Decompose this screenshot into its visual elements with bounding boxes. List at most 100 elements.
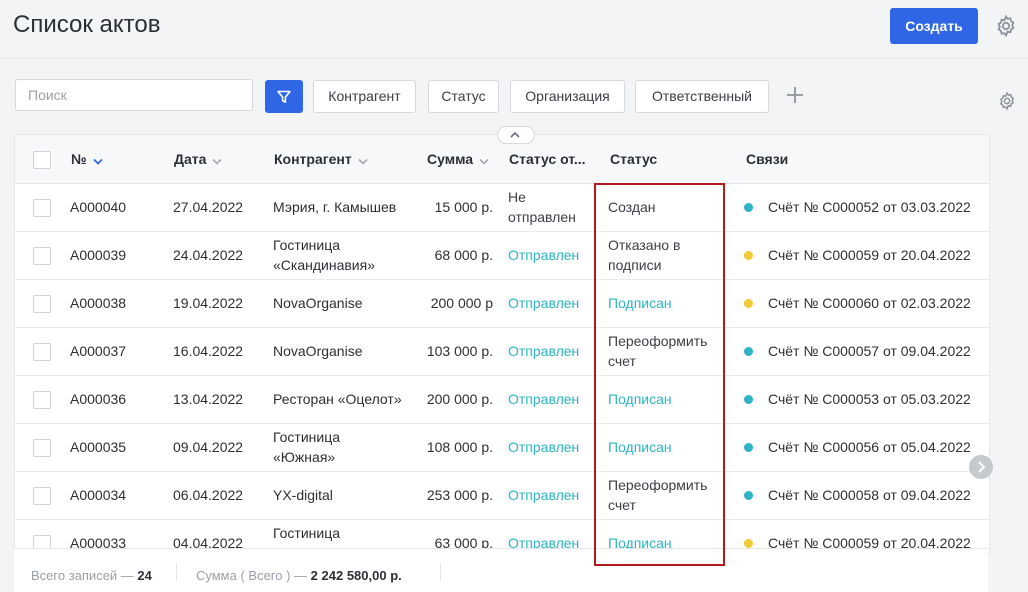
cell-number: A000035: [70, 439, 127, 455]
cell-counterparty-line: Гостиница: [273, 525, 341, 541]
cell-counterparty-line: YX-digital: [273, 487, 333, 503]
table-row[interactable]: A000037 16.04.2022 NovaOrganise 103 000 р. О…: [15, 327, 989, 376]
table-row[interactable]: A000035 09.04.2022 Гостиница «Южная» 108 000…: [15, 423, 989, 472]
scroll-right-button[interactable]: [969, 455, 993, 479]
cell-counterparty: Гостиница «Южная»: [273, 427, 340, 467]
link-status-dot: [744, 203, 753, 212]
cell-date: 27.04.2022: [173, 199, 244, 215]
row-checkbox[interactable]: [33, 391, 51, 409]
cell-number: A000039: [70, 247, 127, 263]
link-status-dot: [744, 347, 753, 356]
col-links[interactable]: Связи: [746, 151, 788, 167]
cell-counterparty: Гостиница «Скандинавия»: [273, 235, 375, 275]
chip-responsible[interactable]: Ответственный: [635, 80, 769, 113]
cell-link[interactable]: Счёт № C000057 от 09.04.2022: [768, 341, 971, 361]
filter-button[interactable]: [265, 80, 303, 113]
cell-number: A000034: [70, 487, 127, 503]
link-status-dot: [744, 491, 753, 500]
cell-counterparty-line: NovaOrganise: [273, 295, 363, 311]
cell-amount: 253 000 р.: [426, 487, 493, 503]
total-sum-label: Сумма ( Всего ) —: [196, 568, 308, 583]
table-row[interactable]: A000038 19.04.2022 NovaOrganise 200 000 р От…: [15, 279, 989, 328]
chip-counterparty[interactable]: Контрагент: [313, 80, 416, 113]
page-title: Список актов: [13, 11, 161, 38]
col-date[interactable]: Дата: [174, 151, 222, 168]
cell-link[interactable]: Счёт № C000056 от 05.04.2022: [768, 437, 971, 457]
status-column-highlight: [594, 183, 725, 566]
cell-counterparty-line: NovaOrganise: [273, 343, 363, 359]
table-row[interactable]: A000040 27.04.2022 Мэрия, г. Камышев 15 000…: [15, 183, 989, 232]
row-checkbox[interactable]: [33, 247, 51, 265]
cell-link[interactable]: Счёт № C000052 от 03.03.2022: [768, 197, 971, 217]
cell-amount: 103 000 р.: [426, 343, 493, 359]
cell-counterparty: YX-digital: [273, 485, 333, 505]
filter-icon: [277, 90, 291, 103]
total-sum-value: 2 242 580,00 р.: [310, 568, 402, 583]
cell-number: A000038: [70, 295, 127, 311]
cell-amount: 15 000 р.: [434, 199, 493, 215]
cell-send-status-line: Отправлен: [508, 391, 580, 407]
total-records-value: 24: [137, 568, 152, 583]
chevron-down-icon: [212, 152, 222, 168]
cell-date: 13.04.2022: [173, 391, 244, 407]
cell-counterparty: Гостиница: [273, 523, 340, 543]
chip-status[interactable]: Статус: [428, 80, 499, 113]
cell-number: A000037: [70, 343, 127, 359]
col-number[interactable]: №: [71, 151, 103, 168]
col-counterparty[interactable]: Контрагент: [274, 151, 368, 168]
cell-send-status-line: Отправлен: [508, 487, 580, 503]
link-status-dot: [744, 299, 753, 308]
cell-send-status-line: Отправлен: [508, 295, 580, 311]
col-status[interactable]: Статус: [610, 151, 657, 167]
cell-date: 24.04.2022: [173, 247, 244, 263]
total-records-label: Всего записей —: [31, 568, 134, 583]
cell-amount: 108 000 р.: [426, 439, 493, 455]
table-row[interactable]: A000036 13.04.2022 Ресторан «Оцелот» 200 00…: [15, 375, 989, 424]
col-date-label: Дата: [174, 151, 207, 167]
col-send-status[interactable]: Статус от...: [509, 151, 586, 167]
row-checkbox[interactable]: [33, 487, 51, 505]
chevron-down-icon: [358, 152, 368, 168]
select-all-checkbox[interactable]: [33, 151, 51, 169]
cell-send-status-line: Отправлен: [508, 247, 580, 263]
cell-send-status: Отправлен: [508, 341, 579, 361]
row-checkbox[interactable]: [33, 199, 51, 217]
col-number-label: №: [71, 151, 87, 167]
cell-date: 09.04.2022: [173, 439, 244, 455]
cell-date: 06.04.2022: [173, 487, 244, 503]
chevron-right-icon: [978, 461, 986, 473]
create-button[interactable]: Создать: [890, 8, 978, 44]
total-records: Всего записей — 24: [31, 568, 152, 583]
cell-send-status: Отправлен: [508, 437, 579, 457]
cell-link[interactable]: Счёт № C000059 от 20.04.2022: [768, 245, 971, 265]
table-row[interactable]: A000039 24.04.2022 Гостиница «Скандинавия» 6…: [15, 231, 989, 280]
table-settings-gear-icon[interactable]: [997, 91, 1017, 111]
chevron-down-icon: [92, 152, 103, 168]
collapse-toggle[interactable]: [497, 126, 535, 144]
chevron-up-icon: [510, 131, 520, 138]
plus-icon[interactable]: [784, 84, 806, 106]
cell-send-status: Отправлен: [508, 485, 579, 505]
link-status-dot: [744, 251, 753, 260]
row-checkbox[interactable]: [33, 343, 51, 361]
cell-send-status: Не отправлен: [508, 187, 576, 227]
link-status-dot: [744, 395, 753, 404]
cell-counterparty-line: «Скандинавия»: [273, 257, 375, 273]
cell-send-status: Отправлен: [508, 293, 579, 313]
cell-counterparty-line: Гостиница: [273, 429, 341, 445]
cell-counterparty: Мэрия, г. Камышев: [273, 197, 396, 217]
col-amount[interactable]: Сумма: [427, 151, 489, 168]
cell-link[interactable]: Счёт № C000053 от 05.03.2022: [768, 389, 971, 409]
link-status-dot: [744, 443, 753, 452]
cell-counterparty-line: Ресторан «Оцелот»: [273, 391, 402, 407]
cell-link[interactable]: Счёт № C000058 от 09.04.2022: [768, 485, 971, 505]
table-row[interactable]: A000034 06.04.2022 YX-digital 253 000 р. Отп…: [15, 471, 989, 520]
cell-link[interactable]: Счёт № C000060 от 02.03.2022: [768, 293, 971, 313]
col-counterparty-label: Контрагент: [274, 151, 352, 167]
gear-icon[interactable]: [994, 14, 1018, 38]
acts-table: № Дата Контрагент Сумма Статус от... Ста…: [14, 134, 990, 556]
row-checkbox[interactable]: [33, 439, 51, 457]
row-checkbox[interactable]: [33, 295, 51, 313]
search-input[interactable]: [15, 79, 253, 111]
chip-organization[interactable]: Организация: [510, 80, 625, 113]
